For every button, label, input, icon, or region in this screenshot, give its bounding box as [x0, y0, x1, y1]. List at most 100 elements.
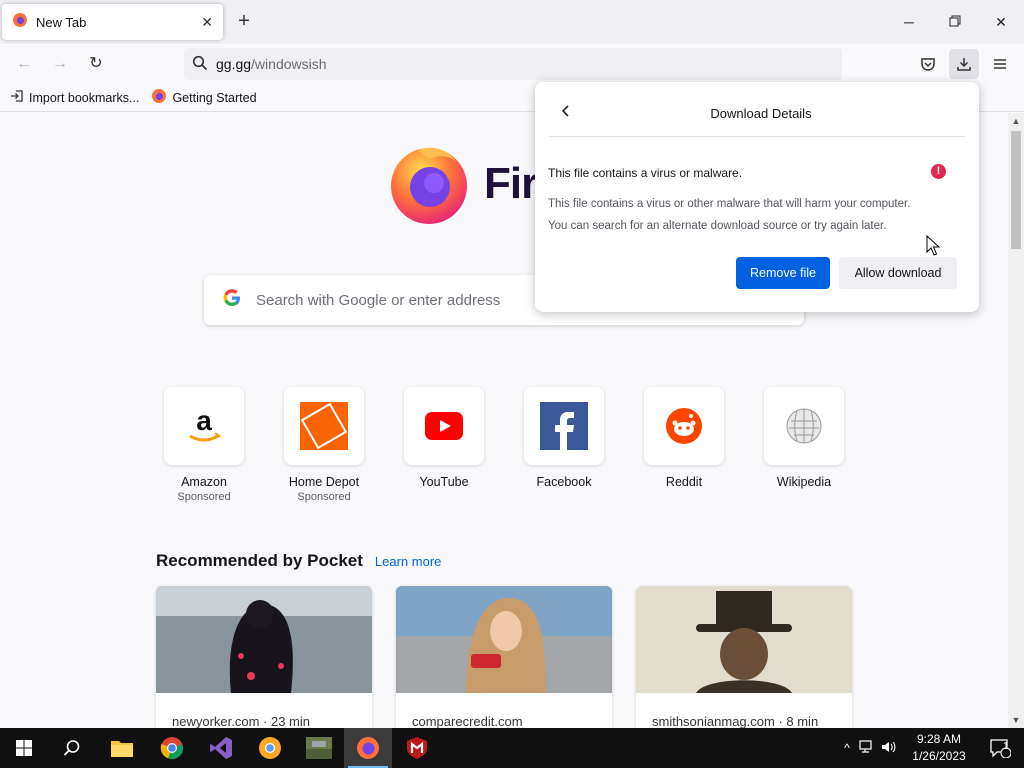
mcafee-icon[interactable]: [393, 728, 441, 768]
firefox-logo-icon: [391, 147, 467, 224]
pocket-title: Recommended by Pocket: [156, 551, 363, 570]
chrome-icon[interactable]: [148, 728, 196, 768]
firefox-icon: [151, 88, 167, 107]
svg-text:a: a: [196, 405, 212, 436]
system-tray: ^: [838, 728, 900, 768]
tile-sponsored: Sponsored: [177, 491, 231, 503]
new-tab-button[interactable]: +: [232, 10, 256, 34]
panel-divider: [549, 136, 965, 137]
scrollbar-thumb[interactable]: [1011, 131, 1021, 249]
network-icon[interactable]: [856, 739, 878, 757]
top-sites: a Amazon Sponsored Home Depot Sponsored: [164, 387, 884, 503]
article-image: [396, 586, 612, 693]
page-scrollbar[interactable]: ▲ ▼: [1008, 113, 1024, 728]
menu-hamburger-icon[interactable]: [985, 49, 1015, 79]
volume-icon[interactable]: [878, 740, 900, 757]
warning-icon: !: [931, 164, 946, 179]
card-source: newyorker.com · 23 min: [172, 714, 310, 728]
brand-text: Fir: [484, 159, 538, 208]
close-tab-icon[interactable]: ✕: [201, 14, 213, 31]
tile-name: Home Depot: [288, 475, 360, 489]
article-image: [156, 586, 372, 693]
pocket-card[interactable]: newyorker.com · 23 min: [156, 586, 372, 728]
tab-new-tab[interactable]: New Tab ✕: [2, 4, 223, 40]
firefox-favicon-icon: [12, 12, 28, 33]
pocket-card[interactable]: smithsonianmag.com · 8 min: [636, 586, 852, 728]
google-icon: [222, 288, 242, 313]
article-image: [636, 586, 852, 693]
bookmark-getting-started[interactable]: Getting Started: [151, 88, 257, 107]
tab-strip: New Tab ✕ + ─ ✕: [0, 0, 1024, 44]
top-site-facebook[interactable]: Facebook: [524, 387, 604, 503]
chevron-up-icon[interactable]: ^: [838, 741, 856, 755]
tile-name: Reddit: [665, 475, 703, 489]
bookmark-label: Getting Started: [172, 90, 257, 105]
pocket-card[interactable]: comparecredit.com: [396, 586, 612, 728]
top-site-reddit[interactable]: Reddit: [644, 387, 724, 503]
import-icon: [10, 89, 24, 106]
pocket-cards: newyorker.com · 23 min comparecredit.com…: [156, 586, 876, 728]
tile-name: Facebook: [536, 475, 592, 489]
navigation-bar: ← → ↻ gg.gg/windowsish: [0, 44, 1024, 84]
tile-box: [644, 387, 724, 465]
card-source: comparecredit.com: [412, 714, 523, 728]
top-site-amazon[interactable]: a Amazon Sponsored: [164, 387, 244, 503]
search-placeholder: Search with Google or enter address: [256, 291, 501, 309]
url-path: /windowsish: [251, 56, 327, 72]
minimize-window-button[interactable]: ─: [886, 6, 932, 38]
taskbar-search-icon[interactable]: [48, 728, 96, 768]
top-site-youtube[interactable]: YouTube: [404, 387, 484, 503]
wikipedia-globe-icon: [786, 408, 822, 444]
firefox-taskbar-icon[interactable]: [344, 728, 392, 768]
back-button[interactable]: ←: [10, 50, 38, 78]
tile-name: Amazon: [181, 475, 227, 489]
windows-taskbar: ^ 9:28 AM 1/26/2023 1: [0, 728, 1024, 768]
search-icon: [192, 55, 208, 74]
amazon-icon: a: [189, 405, 222, 442]
downloads-button[interactable]: [949, 49, 979, 79]
forward-button[interactable]: →: [46, 50, 74, 78]
pocket-icon[interactable]: [913, 49, 943, 79]
game-app-icon[interactable]: [295, 728, 343, 768]
bookmark-label: Import bookmarks...: [29, 90, 140, 105]
download-details-panel: Download Details This file contains a vi…: [535, 82, 979, 312]
top-site-wikipedia[interactable]: Wikipedia: [764, 387, 844, 503]
restore-window-button[interactable]: [932, 6, 978, 38]
bookmark-import[interactable]: Import bookmarks...: [10, 89, 139, 106]
pocket-learn-more-link[interactable]: Learn more: [375, 554, 441, 569]
reload-button[interactable]: ↻: [82, 50, 110, 78]
tab-title: New Tab: [36, 14, 87, 30]
notifications-icon[interactable]: 1: [976, 728, 1024, 768]
reddit-icon: [666, 408, 702, 444]
pocket-header: Recommended by Pocket Learn more: [156, 551, 441, 571]
url-bar[interactable]: gg.gg/windowsish: [184, 48, 842, 80]
tile-name: YouTube: [419, 475, 469, 489]
tile-box: [404, 387, 484, 465]
taskbar-clock[interactable]: 9:28 AM 1/26/2023: [906, 731, 972, 765]
youtube-icon: [425, 412, 463, 440]
close-window-button[interactable]: ✕: [978, 6, 1024, 38]
top-site-home-depot[interactable]: Home Depot Sponsored: [284, 387, 364, 503]
firefox-logo: Fir: [388, 143, 538, 225]
mouse-cursor-icon: [926, 234, 941, 262]
warning-title: This file contains a virus or malware.: [548, 166, 743, 180]
warning-body-line1: This file contains a virus or other malw…: [548, 198, 911, 210]
chrome-canary-icon[interactable]: [246, 728, 294, 768]
card-source: smithsonianmag.com · 8 min: [652, 714, 819, 728]
notification-count: 1: [1003, 741, 1009, 752]
visual-studio-icon[interactable]: [197, 728, 245, 768]
scroll-down-arrow-icon[interactable]: ▼: [1008, 712, 1024, 728]
file-explorer-icon[interactable]: [98, 728, 146, 768]
home-depot-icon: [300, 402, 348, 450]
windows-start-icon[interactable]: [0, 728, 48, 768]
url-host: gg.gg: [216, 56, 252, 72]
facebook-icon: [540, 402, 588, 450]
tile-box: a: [164, 387, 244, 465]
clock-time: 9:28 AM: [916, 732, 962, 746]
tile-box: [284, 387, 364, 465]
tile-sponsored: Sponsored: [297, 491, 351, 503]
tile-box: [764, 387, 844, 465]
clock-date: 1/26/2023: [912, 749, 966, 763]
scroll-up-arrow-icon[interactable]: ▲: [1008, 113, 1024, 129]
remove-file-button[interactable]: Remove file: [736, 257, 830, 289]
